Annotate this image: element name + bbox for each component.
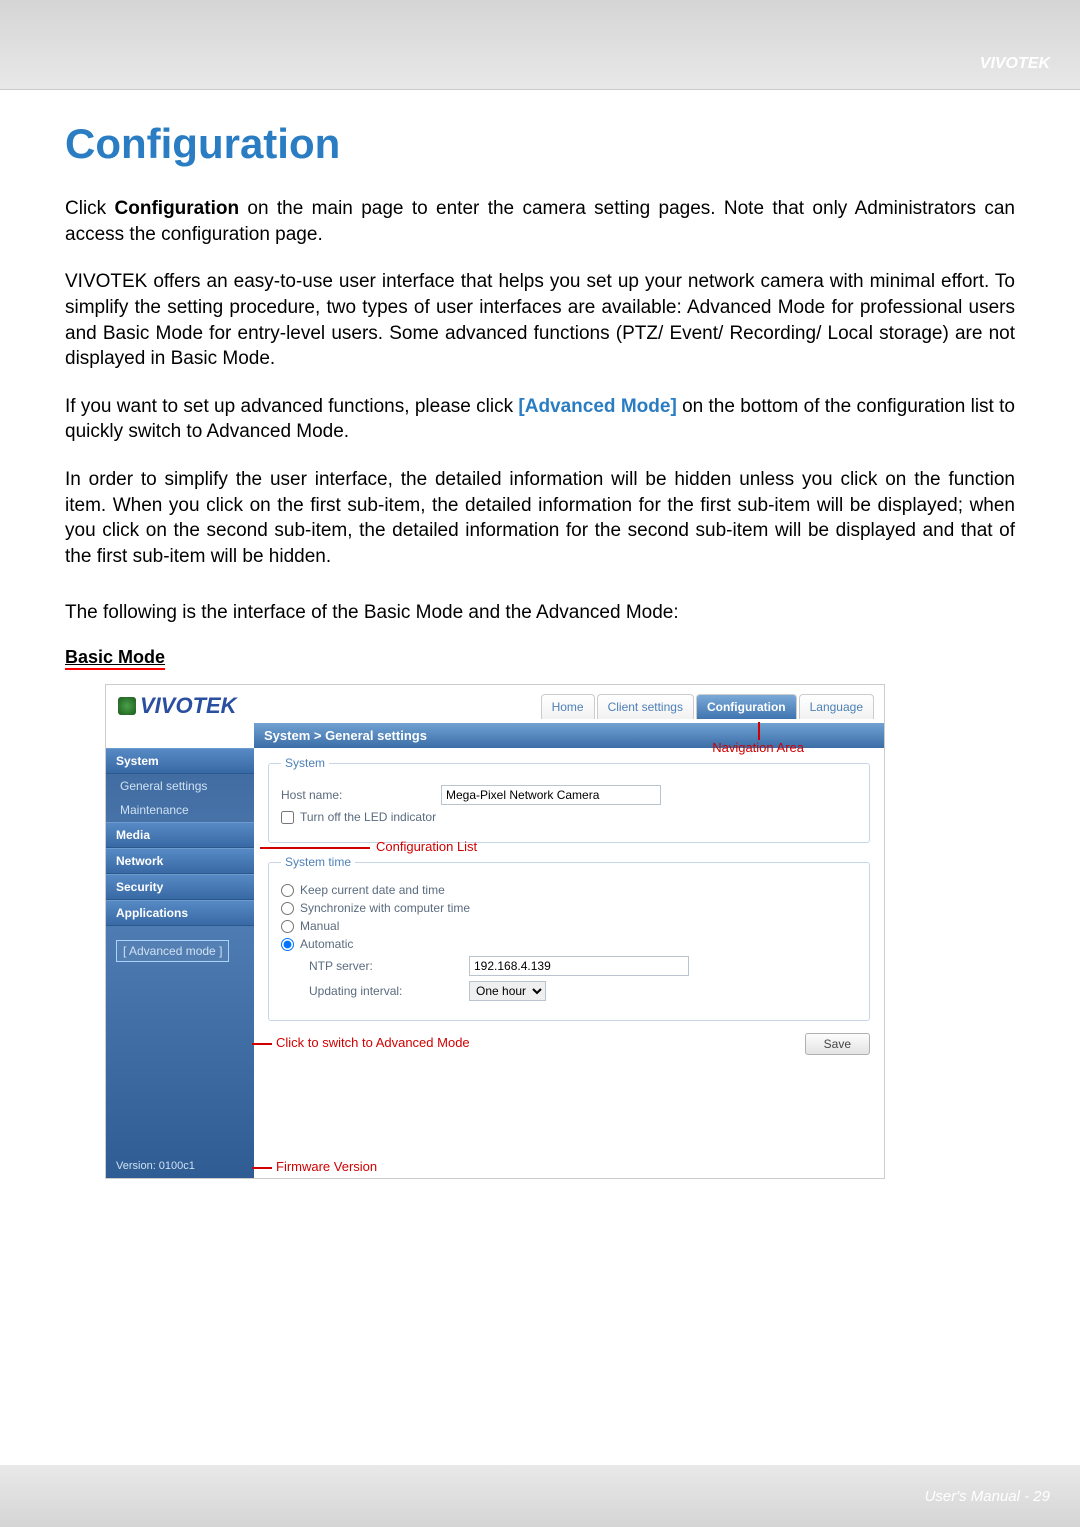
host-name-input[interactable] [441, 785, 661, 805]
paragraph-5: The following is the interface of the Ba… [65, 600, 1015, 626]
page-title: Configuration [65, 120, 1015, 168]
sidebar-item-security[interactable]: Security [106, 874, 254, 900]
ntp-server-label: NTP server: [309, 959, 459, 973]
sidebar-item-general-settings[interactable]: General settings [106, 774, 254, 798]
led-label: Turn off the LED indicator [300, 810, 436, 824]
sidebar-item-applications[interactable]: Applications [106, 900, 254, 926]
tab-configuration[interactable]: Configuration [696, 694, 797, 719]
system-legend: System [281, 756, 329, 770]
paragraph-2: VIVOTEK offers an easy-to-use user inter… [65, 269, 1015, 372]
system-time-fieldset: System time Keep current date and time S… [268, 855, 870, 1021]
system-fieldset: System Host name: Turn off the LED indic… [268, 756, 870, 843]
sidebar-item-system[interactable]: System [106, 748, 254, 774]
p1-bold: Configuration [115, 198, 240, 219]
updating-interval-select[interactable]: One hour [469, 981, 546, 1001]
logo-text: VIVOTEK [140, 693, 237, 719]
firmware-version: Version: 0100c1 [106, 1154, 254, 1178]
nav-tabs: Home Client settings Configuration Langu… [541, 694, 874, 719]
ui-topbar: VIVOTEK Home Client settings Configurati… [106, 685, 884, 723]
tab-client-settings[interactable]: Client settings [597, 694, 694, 719]
tab-home[interactable]: Home [541, 694, 595, 719]
logo-icon [118, 697, 136, 715]
radio-automatic-label: Automatic [300, 937, 353, 951]
header-brand: VIVOTEK [980, 55, 1050, 73]
system-time-legend: System time [281, 855, 355, 869]
basic-mode-label: Basic Mode [65, 647, 165, 670]
breadcrumb: System > General settings [254, 723, 884, 748]
radio-manual[interactable] [281, 920, 294, 933]
sidebar: System General settings Maintenance Medi… [106, 748, 254, 1178]
radio-manual-label: Manual [300, 919, 339, 933]
content-area: System Host name: Turn off the LED indic… [254, 748, 884, 1178]
advanced-mode-button[interactable]: [ Advanced mode ] [116, 940, 229, 962]
save-button[interactable]: Save [805, 1033, 870, 1055]
paragraph-1: Click Configuration on the main page to … [65, 196, 1015, 247]
led-checkbox[interactable] [281, 811, 294, 824]
p3-prefix: If you want to set up advanced functions… [65, 396, 518, 417]
sidebar-item-maintenance[interactable]: Maintenance [106, 798, 254, 822]
radio-keep-current-label: Keep current date and time [300, 883, 445, 897]
logo: VIVOTEK [118, 693, 237, 719]
host-name-label: Host name: [281, 788, 431, 802]
radio-sync-computer[interactable] [281, 902, 294, 915]
tab-language[interactable]: Language [799, 694, 874, 719]
paragraph-4: In order to simplify the user interface,… [65, 467, 1015, 570]
radio-keep-current[interactable] [281, 884, 294, 897]
updating-interval-label: Updating interval: [309, 984, 459, 998]
sidebar-item-network[interactable]: Network [106, 848, 254, 874]
p1-prefix: Click [65, 198, 115, 219]
ui-screenshot: VIVOTEK Home Client settings Configurati… [105, 684, 885, 1179]
sidebar-item-media[interactable]: Media [106, 822, 254, 848]
radio-sync-computer-label: Synchronize with computer time [300, 901, 470, 915]
ntp-server-input[interactable] [469, 956, 689, 976]
page-footer: User's Manual - 29 [925, 1488, 1050, 1505]
paragraph-3: If you want to set up advanced functions… [65, 394, 1015, 445]
p3-link: [Advanced Mode] [518, 396, 676, 417]
radio-automatic[interactable] [281, 938, 294, 951]
